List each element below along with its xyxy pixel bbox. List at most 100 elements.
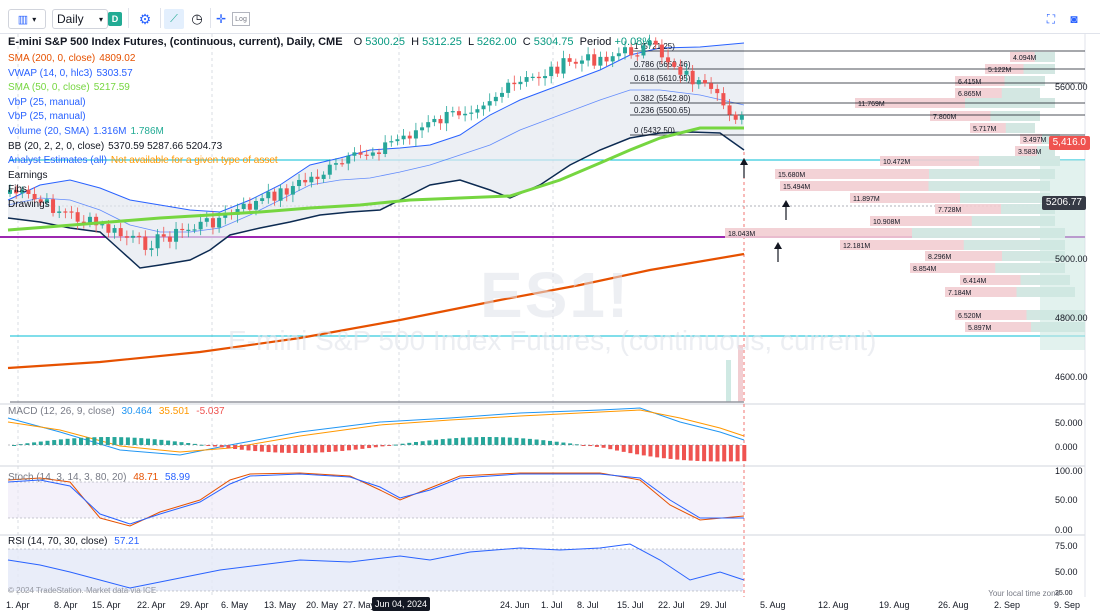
candle-body [684, 70, 689, 75]
legend-item[interactable]: VbP (25, manual) [8, 110, 86, 123]
candle-body [383, 142, 388, 154]
x-tick-label: 6. May [221, 600, 249, 610]
legend-item[interactable]: Volume (20, SMA) 1.316M 1.786M [8, 125, 164, 138]
vbp-label: 7.728M [938, 207, 962, 214]
macd-hist-bar [722, 445, 727, 462]
macd-hist-bar [474, 437, 479, 445]
legend-value: 1.786M [130, 126, 164, 137]
candle-body [456, 111, 461, 116]
macd-hist-bar [702, 445, 707, 462]
macd-hist-bar [92, 437, 97, 445]
macd-hist-bar [661, 445, 666, 459]
candle-body [549, 66, 554, 77]
macd-hist-bar [594, 445, 599, 447]
candle [524, 71, 529, 87]
macd-hist-bar [79, 437, 83, 445]
vbp-row: 18.043M [725, 228, 1065, 238]
vbp-row: 10.908M [870, 216, 1055, 226]
macd-hist-bar [407, 442, 412, 445]
macd-hist-bar [246, 445, 251, 451]
candle-body [315, 176, 320, 179]
candle-body [721, 93, 726, 106]
candle-body [309, 176, 314, 183]
legend-item[interactable]: VbP (25, manual) [8, 96, 86, 109]
candle-body [395, 139, 400, 142]
candle [506, 79, 511, 98]
fib-label: 0.382 (5542.80) [634, 94, 691, 103]
vbp-row: 10.472M [880, 156, 1060, 166]
legend-item[interactable]: SMA (200, 0, close) 4809.02 [8, 52, 135, 65]
candle [592, 48, 597, 69]
macd-hist-bar [219, 445, 224, 448]
candle-body [155, 234, 160, 249]
candle-body [598, 56, 603, 66]
candle-body [450, 111, 455, 113]
candle-body [26, 189, 31, 194]
camera-icon[interactable]: ◙ [1066, 9, 1082, 29]
macd-hist-bar [253, 445, 258, 452]
candle-body [536, 76, 541, 79]
vbp-bar [960, 193, 1050, 203]
interval-select[interactable]: Daily ▾ [52, 9, 108, 29]
indicator-icon[interactable]: ⟋ [164, 9, 184, 29]
candle [456, 106, 461, 120]
legend-label: SMA (50, 0, close) [8, 82, 90, 94]
legend-item[interactable]: Drawings [8, 198, 50, 211]
legend-value: Not available for a given type of asset [110, 155, 278, 167]
macd-hist-bar [226, 445, 231, 449]
legend-item[interactable]: VWAP (14, 0, hlc3) 5303.57 [8, 67, 133, 80]
x-tick-label: 27. May [343, 600, 376, 610]
chevron-down-icon: ▾ [32, 14, 37, 24]
legend-item[interactable]: Fibs [8, 183, 27, 196]
macd-hist-bar [38, 441, 43, 445]
candle-body [420, 127, 425, 131]
macd-hist-bar [286, 445, 291, 453]
macd-hist-bar [688, 445, 693, 461]
legend-item[interactable]: SMA (50, 0, close) 5217.59 [8, 81, 130, 94]
candle-body [696, 80, 701, 85]
macd-hist-bar [735, 445, 740, 462]
candle-body [407, 135, 412, 139]
settings-gear-icon[interactable]: ⚙ [136, 9, 154, 29]
replay-clock-icon[interactable]: ◷ [188, 9, 206, 29]
macd-hist-bar [715, 445, 720, 462]
legend-item[interactable]: Earnings [8, 169, 47, 182]
candle-body [493, 96, 498, 102]
macd-hist-bar [695, 445, 700, 461]
vbp-row: 6.865M [955, 88, 1040, 98]
legend-value: 5303.57 [96, 67, 133, 79]
x-tick-label: 29. Apr [180, 600, 209, 610]
macd-hist-bar [259, 445, 264, 452]
vbp-bar [1004, 76, 1045, 86]
log-scale-button[interactable]: Log [232, 12, 250, 26]
candle-body [106, 224, 111, 233]
legend-item[interactable]: Analyst Estimates (all) Not available for… [8, 154, 278, 167]
candle-body [358, 152, 363, 155]
macd-hist-bar [159, 439, 164, 445]
macd-hist-bar [25, 443, 30, 445]
macd-hist-bar [326, 445, 331, 452]
candle-body [592, 54, 597, 66]
candle-body [616, 53, 621, 57]
vbp-row: 11.897M [850, 193, 1050, 203]
crosshair-date-label: Jun 04, 2024 [372, 597, 430, 611]
candle-body [555, 66, 560, 74]
symbol-menu-button[interactable]: ▥ ▾ [8, 9, 46, 29]
candle-body [63, 211, 68, 213]
data-mode-badge[interactable]: D [108, 12, 122, 26]
x-tick-label: 29. Jul [700, 600, 727, 610]
legend-label: VbP (25, manual) [8, 96, 86, 108]
candle-body [186, 229, 191, 231]
x-tick-label: 1. Apr [6, 600, 30, 610]
macd-hist-bar [487, 437, 492, 445]
crosshair-icon[interactable]: ✛ [212, 9, 230, 29]
legend-item[interactable]: BB (20, 2, 2, 0, close) 5370.59 5287.66 5… [8, 140, 222, 153]
fullscreen-icon[interactable]: ⛶ [1043, 9, 1059, 29]
macd-hist-bar [367, 445, 372, 449]
candle [389, 135, 394, 147]
toolbar: ▥ ▾ Daily ▾ D ⚙ ⟋ ◷ ✛ Log ⛶ ◙ [0, 0, 1100, 34]
legend-value: 1.316M [93, 126, 127, 137]
macd-hist-bar [85, 437, 90, 445]
macd-hist-bar [373, 445, 378, 448]
bars-icon: ▥ [17, 13, 29, 26]
